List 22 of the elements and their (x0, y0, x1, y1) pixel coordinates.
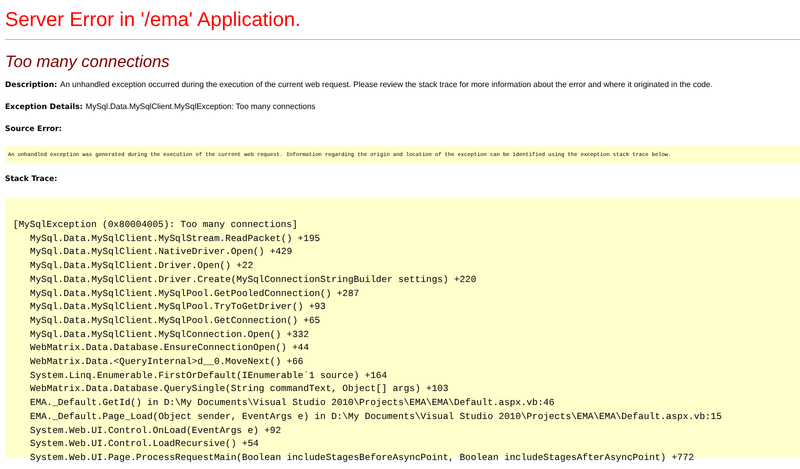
stack-frame: EMA._Default.Page_Load(Object sender, EventArgs e) in D:\My Documents\Visual Studio 2010\Projects\EMA\EMA\Default.aspx.vb:15 (13, 410, 722, 424)
stack-frame: System.Web.UI.Control.OnLoad(EventArgs e) +92 (13, 424, 282, 438)
error-message: Too many connections (5, 52, 170, 72)
stack-frame: MySql.Data.MySqlClient.Driver.Open() +22 (13, 259, 254, 273)
stack-frame: System.Linq.Enumerable.FirstOrDefault(IEnumerable`1 source) +164 (13, 368, 388, 382)
exception-line: [MySqlException (0x80004005): Too many connections] (13, 218, 298, 232)
stack-frame: WebMatrix.Data.Database.EnsureConnectionOpen() +44 (13, 341, 309, 356)
stack-frame: MySql.Data.MySqlClient.MySqlPool.GetConnection() +65 (13, 314, 320, 328)
description-text: An unhandled exception occurred during the execution of the current web request. Please review the stack trace for more information about the error and where it originated in the code. (60, 80, 713, 89)
stack-frame: WebMatrix.Data.Database.QuerySingle(String commandText, Object[] args) +103 (13, 382, 448, 396)
stack-frame: MySql.Data.MySqlClient.MySqlPool.GetPooledConnection() +287 (13, 286, 360, 300)
stack-frame: System.Web.UI.Page.ProcessRequestMain(Boolean includeStagesBeforeAsyncPoint, Boolean includeStagesAfterAsyncPoint) +772 (13, 450, 694, 465)
exception-details-text: MySql.Data.MySqlClient.MySqlException: Too many connections (86, 102, 316, 111)
stack-frame: MySql.Data.MySqlClient.NativeDriver.Open() +429 (13, 245, 292, 260)
stack-frame: MySql.Data.MySqlClient.Driver.Create(MySqlConnectionStringBuilder settings) +220 (13, 272, 476, 287)
page-title: Server Error in '/ema' Application. (5, 8, 302, 32)
stack-frame: WebMatrix.Data.<QueryInternal>d__0.MoveNext() +66 (13, 355, 304, 369)
stack-frame: MySql.Data.MySqlClient.MySqlPool.TryToGetDriver() +93 (13, 300, 326, 314)
stack-frame: System.Web.UI.Control.LoadRecursive() +54 (13, 437, 259, 451)
stack-frame: MySql.Data.MySqlClient.MySqlConnection.Open() +332 (13, 328, 309, 342)
stack-frame: MySql.Data.MySqlClient.MySqlStream.ReadPacket() +195 (13, 232, 320, 246)
stack-frame: EMA._Default.GetId() in D:\My Documents\Visual Studio 2010\Projects\EMA\EMA\Default.aspx.vb:46 (13, 396, 554, 410)
